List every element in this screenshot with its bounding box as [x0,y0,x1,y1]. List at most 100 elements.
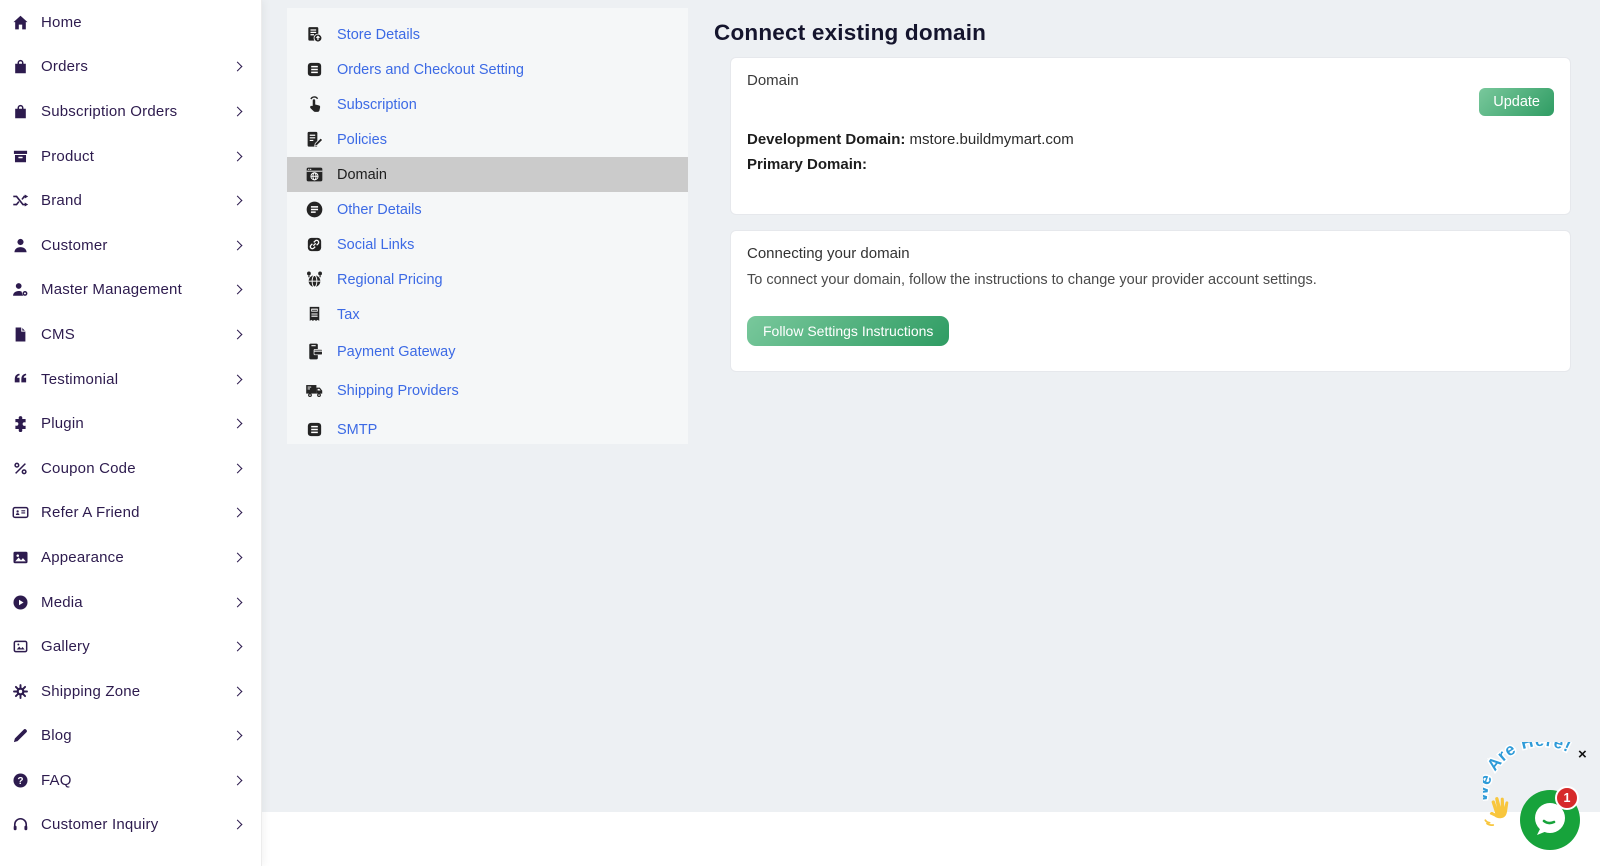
settings-menu-item-regional-pricing[interactable]: Regional Pricing [287,262,688,297]
customer-icon [12,237,29,254]
sidebar-item-subscription-orders[interactable]: Subscription Orders [0,89,261,134]
sidebar-item-gallery[interactable]: Gallery [0,624,261,669]
sidebar-item-home[interactable]: Home [0,0,261,45]
sidebar-item-label: Brand [41,192,82,209]
development-domain-row: Development Domain: mstore.buildmymart.c… [747,131,1554,149]
sidebar-item-coupon-code[interactable]: Coupon Code [0,446,261,491]
sidebar-item-label: Plugin [41,415,84,432]
regional-pricing-icon [305,270,324,289]
sidebar-item-appearance[interactable]: Appearance [0,535,261,580]
settings-menu-item-other-details[interactable]: Other Details [287,192,688,227]
sidebar-item-shipping-zone[interactable]: Shipping Zone [0,669,261,714]
development-domain-value: mstore.buildmymart.com [910,131,1074,148]
smtp-icon [305,420,324,439]
settings-menu-item-label: Tax [337,307,360,323]
sidebar-item-brand[interactable]: Brand [0,178,261,223]
chevron-right-icon [233,62,243,72]
chat-close-icon[interactable]: × [1578,747,1587,762]
media-icon [12,594,29,611]
domain-icon [305,165,324,184]
sidebar-item-label: Appearance [41,549,124,566]
follow-settings-instructions-button[interactable]: Follow Settings Instructions [747,316,949,346]
sidebar-item-refer-a-friend[interactable]: Refer A Friend [0,491,261,536]
settings-menu-item-label: Orders and Checkout Setting [337,62,524,78]
chevron-right-icon [233,285,243,295]
other-details-icon [305,200,324,219]
product-icon [12,148,29,165]
sidebar-item-testimonial[interactable]: Testimonial [0,357,261,402]
sidebar-item-customer-inquiry[interactable]: Customer Inquiry [0,803,261,848]
chevron-right-icon [233,552,243,562]
domain-field-label: Domain [747,72,1554,89]
page-title: Connect existing domain [714,20,1600,46]
settings-menu-item-label: Social Links [337,237,414,253]
appearance-icon [12,549,29,566]
sidebar-item-label: Product [41,148,94,165]
gallery-icon [12,638,29,655]
update-button[interactable]: Update [1479,88,1554,116]
sidebar-item-label: CMS [41,326,75,343]
payment-gateway-icon [305,342,324,361]
settings-menu-item-label: Shipping Providers [337,383,459,399]
sidebar-item-label: Customer [41,237,108,254]
chevron-right-icon [233,686,243,696]
settings-menu-item-store-details[interactable]: Store Details [287,17,688,52]
settings-menu-item-label: Payment Gateway [337,344,455,360]
domain-card: Domain Update Development Domain: mstore… [730,57,1571,215]
settings-menu-item-orders-and-checkout-setting[interactable]: Orders and Checkout Setting [287,52,688,87]
settings-menu-item-policies[interactable]: Policies [287,122,688,157]
settings-menu-item-subscription[interactable]: Subscription [287,87,688,122]
development-domain-label: Development Domain: [747,131,905,148]
primary-domain-label: Primary Domain: [747,156,867,173]
sidebar-item-blog[interactable]: Blog [0,714,261,759]
sidebar-item-customer[interactable]: Customer [0,223,261,268]
settings-menu-item-label: Store Details [337,27,420,43]
primary-domain-row: Primary Domain: [747,156,1554,174]
settings-menu-item-label: Domain [337,167,387,183]
main-content: Connect existing domain Domain Update De… [702,0,1600,372]
refer-a-friend-icon [12,504,29,521]
chevron-right-icon [233,107,243,117]
blog-icon [12,727,29,744]
connect-card-title: Connecting your domain [747,245,1554,263]
settings-menu-item-label: SMTP [337,422,377,438]
chevron-right-icon [233,642,243,652]
sidebar-item-label: Testimonial [41,371,118,388]
brand-icon [12,192,29,209]
settings-menu-item-shipping-providers[interactable]: Shipping Providers [287,371,688,410]
subscription-icon [305,95,324,114]
orders-icon [12,58,29,75]
settings-menu-item-label: Policies [337,132,387,148]
cms-icon [12,326,29,343]
sidebar-item-label: Master Management [41,281,182,298]
chevron-right-icon [233,419,243,429]
sidebar-item-label: Blog [41,727,72,744]
connect-card-description: To connect your domain, follow the instr… [747,271,1554,289]
sidebar-item-plugin[interactable]: Plugin [0,401,261,446]
chevron-right-icon [233,330,243,340]
customer-inquiry-icon [12,816,29,833]
plugin-icon [12,415,29,432]
settings-menu-item-smtp[interactable]: SMTP [287,410,688,449]
tax-icon [305,305,324,324]
chevron-right-icon [233,374,243,384]
sidebar-item-orders[interactable]: Orders [0,45,261,90]
settings-menu-item-payment-gateway[interactable]: Payment Gateway [287,332,688,371]
settings-menu-item-social-links[interactable]: Social Links [287,227,688,262]
waving-hand-icon [1478,793,1516,831]
chevron-right-icon [233,775,243,785]
shipping-providers-icon [305,381,324,400]
settings-menu-item-tax[interactable]: Tax [287,297,688,332]
sidebar-item-label: Gallery [41,638,90,655]
faq-icon: ? [12,772,29,789]
store-details-icon [305,25,324,44]
chevron-right-icon [233,731,243,741]
settings-menu-item-domain[interactable]: Domain [287,157,688,192]
sidebar-item-master-management[interactable]: Master Management [0,268,261,313]
sidebar-item-product[interactable]: Product [0,134,261,179]
sidebar-item-media[interactable]: Media [0,580,261,625]
sidebar-item-label: Customer Inquiry [41,816,158,833]
coupon-code-icon [12,460,29,477]
sidebar-item-cms[interactable]: CMS [0,312,261,357]
sidebar-item-faq[interactable]: ? FAQ [0,758,261,803]
